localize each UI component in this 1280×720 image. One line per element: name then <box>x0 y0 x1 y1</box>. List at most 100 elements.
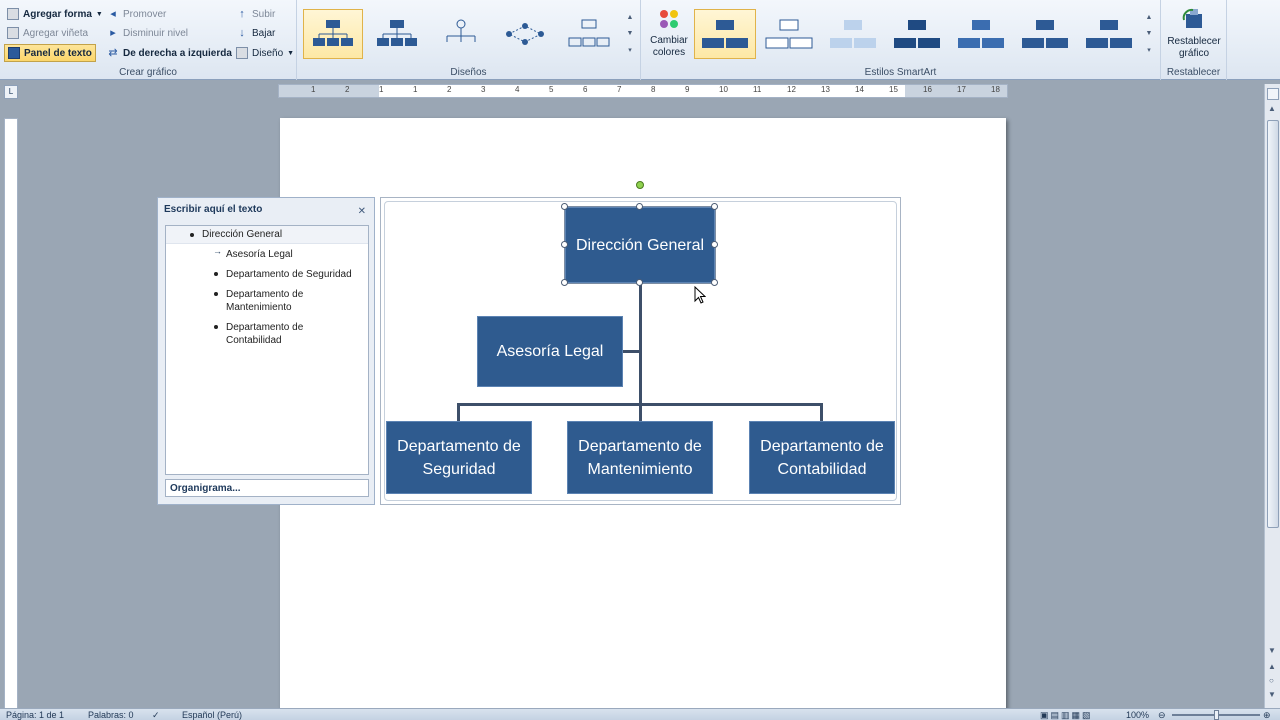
list-item[interactable]: Departamento de Mantenimiento <box>226 288 326 314</box>
style-1[interactable] <box>694 9 756 59</box>
arrow-down-icon: ↓ <box>239 27 245 39</box>
cambiar-colores-label: Cambiar colores <box>650 35 688 58</box>
group-restablecer: Restablecer gráfico Restablecer <box>1161 0 1227 80</box>
scroll-down-icon[interactable]: ▼ <box>1146 30 1153 37</box>
node-departamento-contabilidad[interactable]: Departamento de Contabilidad <box>749 421 895 494</box>
zoom-out-icon[interactable]: ⊖ <box>1158 709 1166 720</box>
bajar-button[interactable]: ↓ Bajar <box>233 24 278 42</box>
style-6[interactable] <box>1014 9 1076 59</box>
resize-handle[interactable] <box>561 241 568 248</box>
agregar-forma-button[interactable]: Agregar forma ▼ <box>4 5 106 23</box>
panel-de-texto-button[interactable]: Panel de texto <box>4 44 96 62</box>
ruler-number: 1 <box>379 85 384 94</box>
style-4[interactable] <box>886 9 948 59</box>
bullet-icon <box>190 233 194 237</box>
layout-name-title-org[interactable] <box>367 9 427 59</box>
layout-horizontal-hierarchy[interactable] <box>495 9 555 59</box>
resize-handle[interactable] <box>711 203 718 210</box>
dropdown-arrow-icon: ▼ <box>287 49 295 57</box>
text-pane-list[interactable]: Dirección General → Asesoría Legal Depar… <box>165 225 369 475</box>
scroll-down-icon[interactable]: ▼ <box>627 30 634 37</box>
agregar-forma-label: Agregar forma <box>23 8 92 20</box>
tab-selector[interactable]: L <box>4 85 18 99</box>
resize-handle[interactable] <box>561 279 568 286</box>
agregar-vineta-button[interactable]: Agregar viñeta <box>4 24 91 42</box>
previous-page-icon[interactable]: ▲ <box>1268 662 1276 671</box>
hierarchy-layout-icon <box>446 19 476 42</box>
zoom-slider-thumb[interactable] <box>1214 710 1219 720</box>
scroll-up-icon[interactable]: ▲ <box>627 14 634 21</box>
node-departamento-seguridad[interactable]: Departamento de Seguridad <box>386 421 532 494</box>
resize-handle[interactable] <box>636 279 643 286</box>
list-item[interactable]: Dirección General <box>202 228 282 241</box>
more-icon[interactable]: ▾ <box>1147 46 1151 54</box>
restablecer-grafico-button[interactable]: Restablecer gráfico <box>1163 6 1225 60</box>
vertical-ruler[interactable] <box>4 118 18 718</box>
layout-labeled-hierarchy[interactable] <box>559 9 619 59</box>
text-pane-footer[interactable]: Organigrama... <box>165 479 369 497</box>
resize-handle[interactable] <box>561 203 568 210</box>
restablecer-label: Restablecer <box>1166 67 1221 78</box>
list-item[interactable]: Departamento de Contabilidad <box>226 321 326 347</box>
node-departamento-mantenimiento[interactable]: Departamento de Mantenimiento <box>567 421 713 494</box>
swap-arrows-icon: ⇄ <box>108 47 118 59</box>
scroll-up-icon[interactable]: ▲ <box>1268 104 1276 113</box>
diseno-label: Diseño <box>252 47 284 59</box>
color-palette-icon <box>660 10 678 28</box>
node-asesoria-legal[interactable]: Asesoría Legal <box>477 316 623 387</box>
ruler-number: 6 <box>583 85 588 94</box>
next-page-icon[interactable]: ▼ <box>1268 690 1276 699</box>
more-icon[interactable]: ▾ <box>628 46 632 54</box>
disenos-scroll[interactable]: ▲ ▼ ▾ <box>624 9 636 59</box>
estilos-label: Estilos SmartArt <box>864 67 937 78</box>
zoom-in-icon[interactable]: ⊕ <box>1263 709 1271 720</box>
horizontal-hierarchy-icon <box>506 23 544 45</box>
text-pane-title: Escribir aquí el texto <box>164 204 263 215</box>
zoom-level[interactable]: 100% <box>1126 709 1149 720</box>
style-5[interactable] <box>950 9 1012 59</box>
disminuir-nivel-button[interactable]: ▸ Disminuir nivel <box>104 24 191 42</box>
list-item[interactable]: Asesoría Legal <box>226 248 293 261</box>
list-item[interactable]: Departamento de Seguridad <box>226 268 366 281</box>
resize-handle[interactable] <box>711 241 718 248</box>
ruler-number: 15 <box>889 85 898 94</box>
rotation-handle[interactable] <box>636 181 644 189</box>
layout-hierarchy[interactable] <box>431 9 491 59</box>
scroll-up-icon[interactable]: ▲ <box>1146 14 1153 21</box>
diseno-button[interactable]: Diseño ▼ <box>233 44 297 62</box>
style-3[interactable] <box>822 9 884 59</box>
ruler-number: 12 <box>787 85 796 94</box>
layout-org-chart[interactable] <box>303 9 363 59</box>
bajar-label: Bajar <box>252 27 276 39</box>
promover-button[interactable]: ◂ Promover <box>104 5 169 23</box>
cambiar-colores-button[interactable]: Cambiar colores <box>647 6 691 64</box>
page-count[interactable]: Página: 1 de 1 <box>6 709 64 720</box>
ruler-number: 2 <box>345 85 350 94</box>
resize-handle[interactable] <box>711 279 718 286</box>
browse-object-icon[interactable]: ○ <box>1269 676 1274 685</box>
derecha-izquierda-button[interactable]: ⇄ De derecha a izquierda <box>104 44 235 62</box>
style-2[interactable] <box>758 9 820 59</box>
scrollbar-thumb[interactable] <box>1267 120 1279 528</box>
ruler-toggle-icon[interactable] <box>1267 88 1279 100</box>
node-direccion-general[interactable]: Dirección General <box>564 206 716 284</box>
word-count[interactable]: Palabras: 0 <box>88 709 134 720</box>
promover-label: Promover <box>123 8 167 20</box>
estilos-scroll[interactable]: ▲ ▼ ▾ <box>1143 9 1155 59</box>
horizontal-ruler[interactable]: 1 2 1 1 2 3 4 5 6 7 8 9 10 11 12 13 14 15 16 17 18 <box>278 84 1008 98</box>
vertical-scrollbar[interactable]: ▲ ▼ ▲ ○ ▼ <box>1264 84 1280 708</box>
view-buttons[interactable]: ▣▤▥▦▧ <box>1040 709 1093 720</box>
style-7[interactable] <box>1078 9 1140 59</box>
resize-handle[interactable] <box>636 203 643 210</box>
close-icon[interactable]: ✕ <box>358 206 366 217</box>
scroll-down-icon[interactable]: ▼ <box>1268 646 1276 655</box>
ruler-number: 5 <box>549 85 554 94</box>
group-estilos: Cambiar colores ▲ ▼ ▾ Estilos SmartArt <box>641 0 1161 80</box>
subir-button[interactable]: ↑ Subir <box>233 5 278 23</box>
reset-graphic-icon <box>1182 8 1202 28</box>
language[interactable]: Español (Perú) <box>182 709 242 720</box>
connector-line <box>820 403 823 422</box>
ruler-number: 2 <box>447 85 452 94</box>
style-2-icon <box>765 19 813 49</box>
spellcheck-icon[interactable]: ✓ <box>152 709 160 720</box>
